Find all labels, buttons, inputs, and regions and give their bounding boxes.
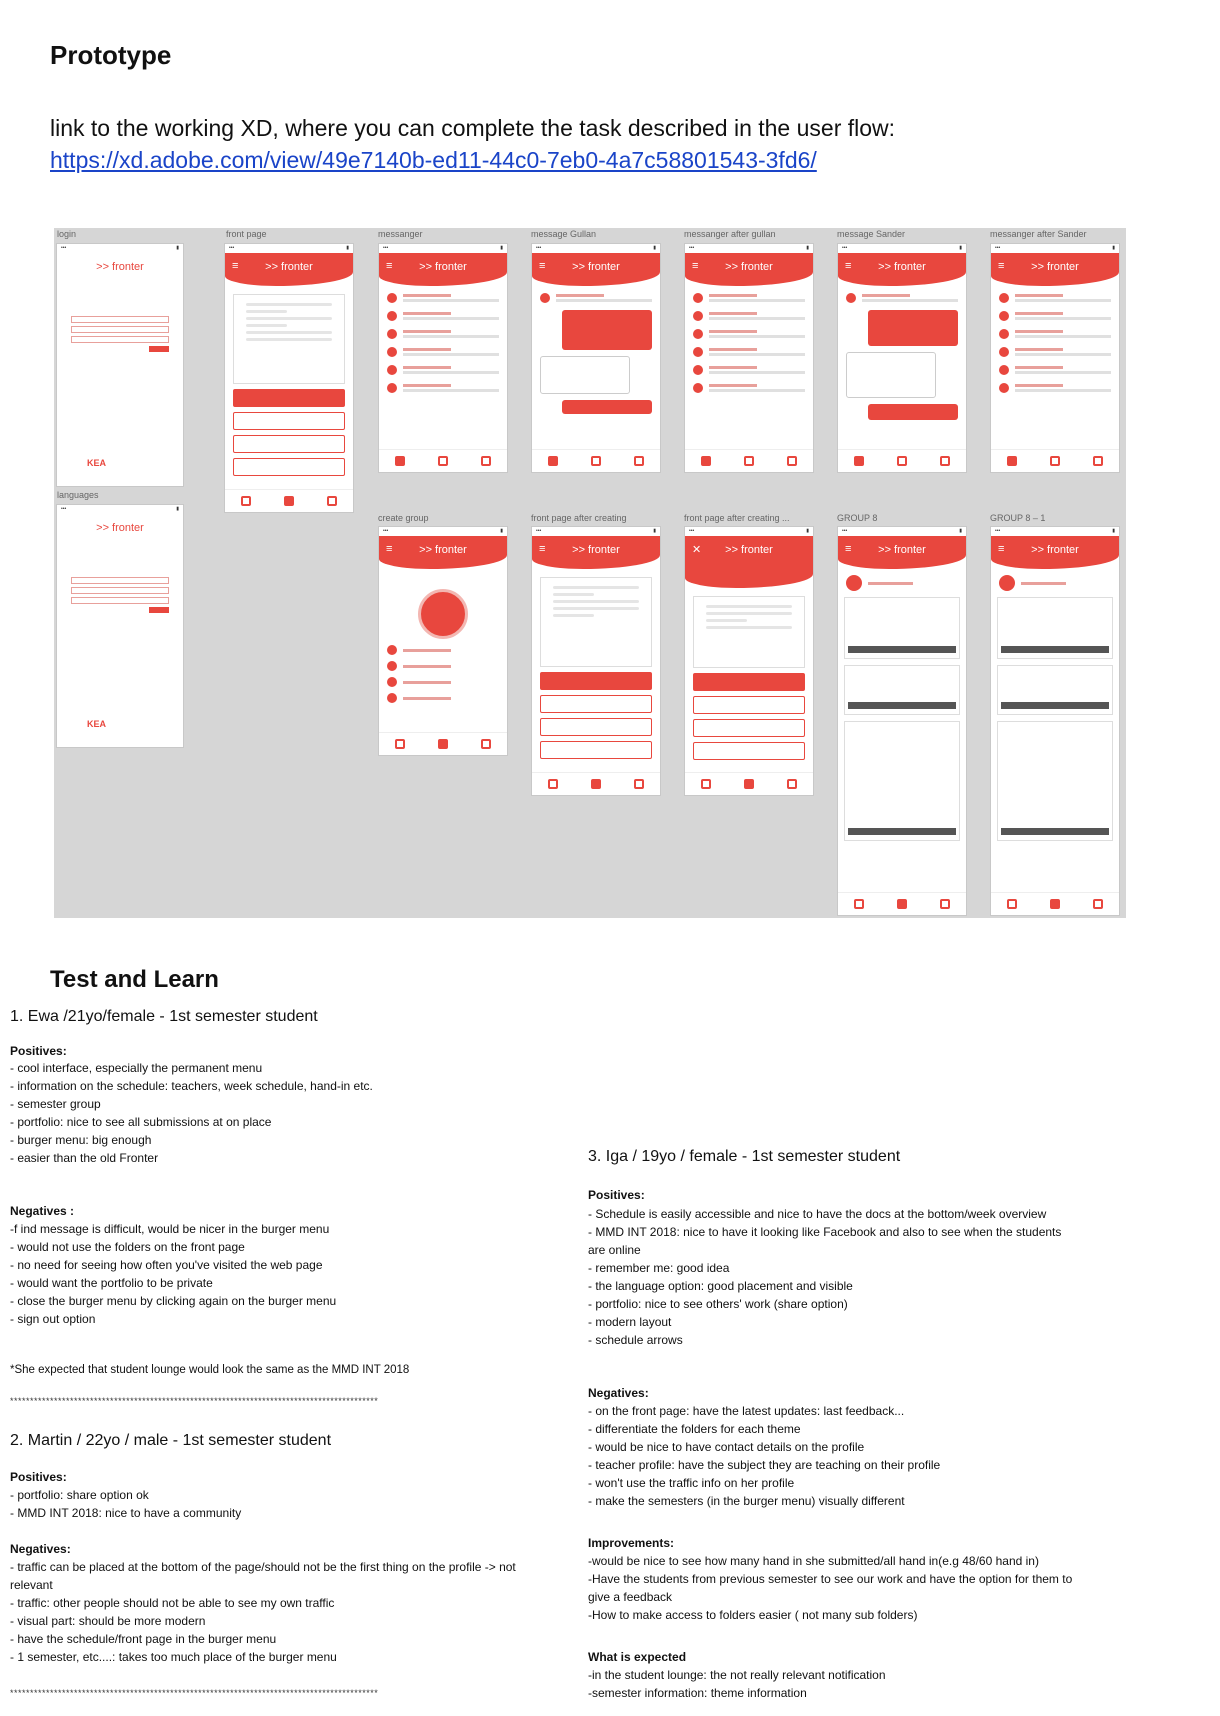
p3-improvements-list: -would be nice to see how many hand in s… bbox=[588, 1552, 1072, 1624]
list-item: - would want the portfolio to be private bbox=[10, 1276, 213, 1290]
p3-expected-list: -in the student lounge: the not really r… bbox=[588, 1666, 886, 1702]
list-item: - traffic can be placed at the bottom of… bbox=[10, 1560, 516, 1574]
artboard-label: create group bbox=[378, 513, 429, 523]
p2-positives-title: Positives: bbox=[10, 1470, 67, 1484]
list-item: - information on the schedule: teachers,… bbox=[10, 1079, 373, 1093]
p1-positives-list: - cool interface, especially the permane… bbox=[10, 1059, 373, 1167]
p3-positives-list: - Schedule is easily accessible and nice… bbox=[588, 1205, 1061, 1349]
artboard-label: GROUP 8 – 1 bbox=[990, 513, 1046, 523]
intro-text: link to the working XD, where you can co… bbox=[50, 115, 896, 141]
list-item: - won't use the traffic info on her prof… bbox=[588, 1476, 795, 1490]
list-item: -would be nice to see how many hand in s… bbox=[588, 1554, 1039, 1568]
list-item: - portfolio: nice to see all submissions… bbox=[10, 1115, 272, 1129]
list-item: are online bbox=[588, 1243, 641, 1257]
artboard-messanger-after-gullan: ••• ▮ ≡ >> fronter bbox=[684, 243, 814, 473]
p3-expected-title: What is expected bbox=[588, 1650, 687, 1664]
intro-paragraph: link to the working XD, where you can co… bbox=[50, 112, 1150, 176]
artboard-label: message Sander bbox=[837, 229, 906, 239]
list-item: - the language option: good placement an… bbox=[588, 1279, 853, 1293]
artboard-label: front page after creating bbox=[531, 513, 627, 523]
list-item: -f ind message is difficult, would be ni… bbox=[10, 1222, 330, 1236]
participant-1-heading: 1. Ewa /21yo/female - 1st semester stude… bbox=[10, 1008, 318, 1025]
list-item: - burger menu: big enough bbox=[10, 1133, 152, 1147]
p2-negatives-list: - traffic can be placed at the bottom of… bbox=[10, 1558, 516, 1666]
p1-negatives-title: Negatives : bbox=[10, 1204, 75, 1218]
list-item: -in the student lounge: the not really r… bbox=[588, 1668, 886, 1682]
artboard-label: front page after creating ... bbox=[684, 513, 790, 523]
page-title: Prototype bbox=[50, 40, 172, 70]
test-and-learn-title: Test and Learn bbox=[50, 966, 219, 993]
list-item: - cool interface, especially the permane… bbox=[10, 1061, 263, 1075]
artboard-messanger: ••• ▮ ≡ >> fronter bbox=[378, 243, 508, 473]
participant-2-heading: 2. Martin / 22yo / male - 1st semester s… bbox=[10, 1432, 332, 1449]
list-item: - make the semesters (in the burger menu… bbox=[588, 1494, 905, 1508]
list-item: - traffic: other people should not be ab… bbox=[10, 1596, 335, 1610]
artboard-label: languages bbox=[57, 490, 99, 500]
artboard-label: messanger bbox=[378, 229, 423, 239]
list-item: give a feedback bbox=[588, 1590, 673, 1604]
p3-positives-title: Positives: bbox=[588, 1188, 645, 1202]
artboard-message-gullan: ••• ▮ ≡ >> fronter bbox=[531, 243, 661, 473]
artboard-create-group: ••• ▮ ≡ >> fronter bbox=[378, 526, 508, 756]
separator: ****************************************… bbox=[10, 1688, 379, 1698]
list-item: - MMD INT 2018: nice to have it looking … bbox=[588, 1225, 1062, 1239]
artboard-label: messanger after Sander bbox=[990, 229, 1087, 239]
artboard-group-8: ••• ▮ ≡ >> fronter bbox=[837, 526, 967, 916]
p2-negatives-title: Negatives: bbox=[10, 1542, 71, 1556]
list-item: - portfolio: nice to see others' work (s… bbox=[588, 1297, 848, 1311]
list-item: - would not use the folders on the front… bbox=[10, 1240, 245, 1254]
list-item: -Have the students from previous semeste… bbox=[588, 1572, 1073, 1586]
artboard-languages: ••• ▮ >> fronter KEA bbox=[56, 504, 184, 748]
list-item: - schedule arrows bbox=[588, 1333, 683, 1347]
list-item: - sign out option bbox=[10, 1312, 96, 1326]
list-item: - 1 semester, etc....: takes too much pl… bbox=[10, 1650, 337, 1664]
list-item: - Schedule is easily accessible and nice… bbox=[588, 1207, 1047, 1221]
artboard-login: ••• ▮ >> fronter KEA bbox=[56, 243, 184, 487]
brand-logo: >> fronter bbox=[96, 261, 144, 273]
list-item: - have the schedule/front page in the bu… bbox=[10, 1632, 277, 1646]
list-item: - no need for seeing how often you've vi… bbox=[10, 1258, 323, 1272]
artboard-front-page-after-creating-menu: ••• ▮ ✕ >> fronter bbox=[684, 526, 814, 796]
artboard-front-page: ••• ▮ ≡ >> fronter bbox=[224, 243, 354, 513]
p1-negatives-list: -f ind message is difficult, would be ni… bbox=[10, 1220, 336, 1328]
list-item: - close the burger menu by clicking agai… bbox=[10, 1294, 337, 1308]
p2-positives-list: - portfolio: share option ok - MMD INT 2… bbox=[10, 1486, 241, 1522]
list-item: - portfolio: share option ok bbox=[10, 1488, 149, 1502]
p3-negatives-title: Negatives: bbox=[588, 1386, 649, 1400]
list-item: -semester information: theme information bbox=[588, 1686, 807, 1700]
kea-logo: KEA bbox=[87, 458, 107, 468]
list-item: - MMD INT 2018: nice to have a community bbox=[10, 1506, 242, 1520]
list-item: - modern layout bbox=[588, 1315, 672, 1329]
artboard-message-sander: ••• ▮ ≡ >> fronter bbox=[837, 243, 967, 473]
participant-3-heading: 3. Iga / 19yo / female - 1st semester st… bbox=[588, 1148, 901, 1165]
artboard-messanger-after-sander: ••• ▮ ≡ >> fronter bbox=[990, 243, 1120, 473]
artboard-label: GROUP 8 bbox=[837, 513, 878, 523]
xd-artboard-gallery: login front page messanger message Gulla… bbox=[54, 228, 1126, 918]
artboard-front-page-after-creating: ••• ▮ ≡ >> fronter bbox=[531, 526, 661, 796]
artboard-label: login bbox=[57, 229, 77, 239]
list-item: - differentiate the folders for each the… bbox=[588, 1422, 801, 1436]
p1-note: *She expected that student lounge would … bbox=[10, 1364, 410, 1376]
list-item: -How to make access to folders easier ( … bbox=[588, 1608, 918, 1622]
list-item: - visual part: should be more modern bbox=[10, 1614, 206, 1628]
separator: ****************************************… bbox=[10, 1396, 379, 1406]
artboard-label: message Gullan bbox=[531, 229, 597, 239]
list-item: - semester group bbox=[10, 1097, 101, 1111]
list-item: - would be nice to have contact details … bbox=[588, 1440, 865, 1454]
list-item: - easier than the old Fronter bbox=[10, 1151, 159, 1165]
p3-improvements-title: Improvements: bbox=[588, 1536, 675, 1550]
p3-negatives-list: - on the front page: have the latest upd… bbox=[588, 1402, 940, 1510]
list-item: relevant bbox=[10, 1578, 53, 1592]
list-item: - teacher profile: have the subject they… bbox=[588, 1458, 941, 1472]
list-item: - remember me: good idea bbox=[588, 1261, 730, 1275]
artboard-group-8-1: ••• ▮ ≡ >> fronter bbox=[990, 526, 1120, 916]
p1-positives-title: Positives: bbox=[10, 1044, 67, 1058]
xd-prototype-link[interactable]: https://xd.adobe.com/view/49e7140b-ed11-… bbox=[50, 147, 817, 173]
list-item: - on the front page: have the latest upd… bbox=[588, 1404, 905, 1418]
artboard-label: messanger after gullan bbox=[684, 229, 776, 239]
artboard-label: front page bbox=[226, 229, 267, 239]
